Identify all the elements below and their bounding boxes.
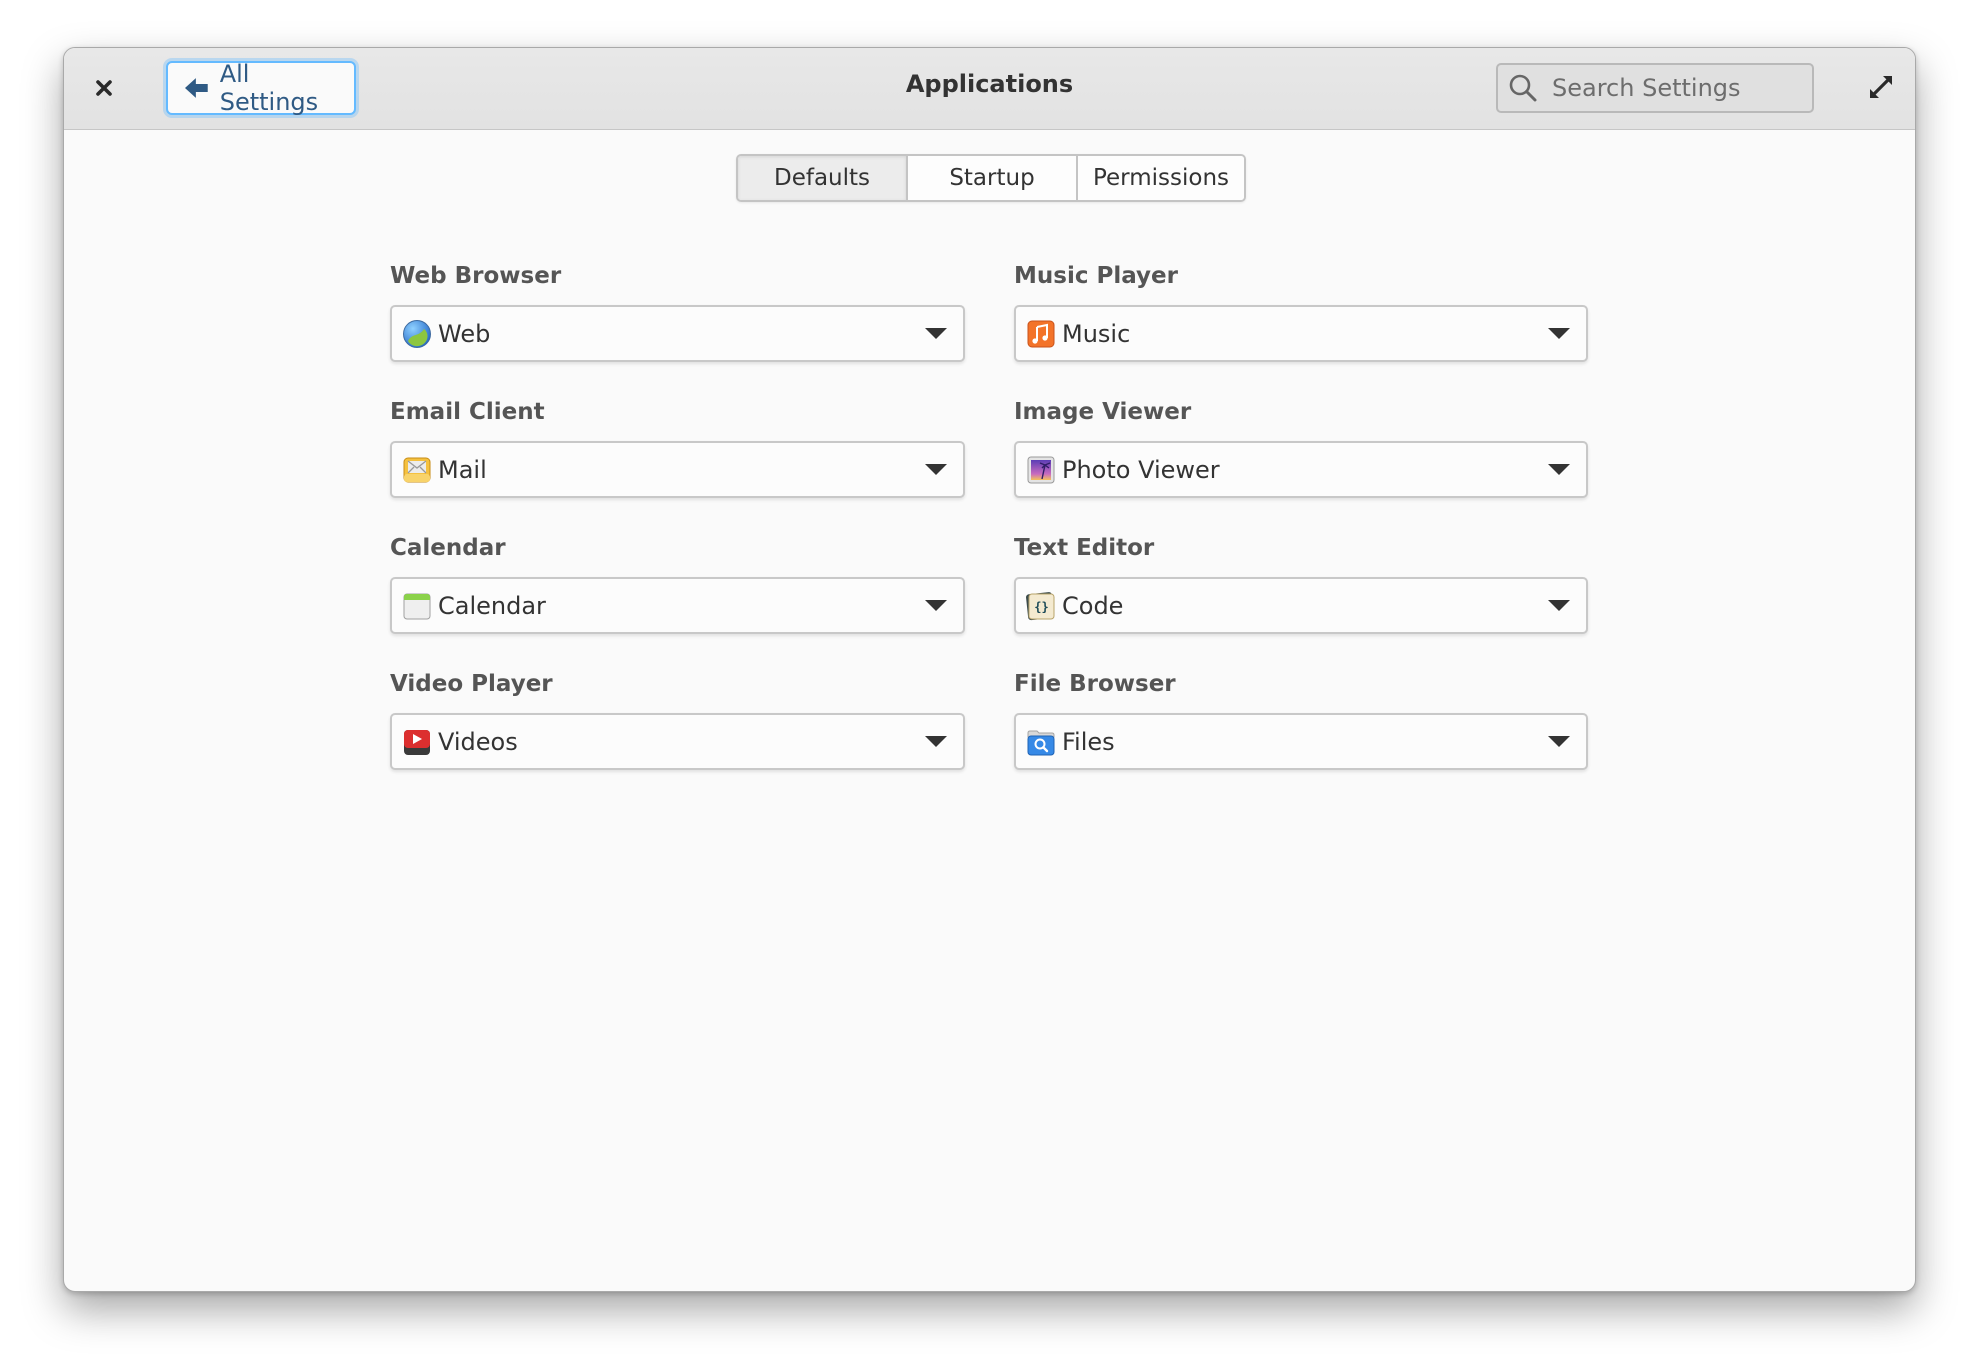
web-browser-value: Web xyxy=(438,319,491,348)
web-browser-combo[interactable]: Web xyxy=(390,305,965,362)
music-icon xyxy=(1027,320,1055,347)
calendar-combo[interactable]: Calendar xyxy=(390,577,965,634)
image-viewer-label: Image Viewer xyxy=(1014,399,1192,425)
file-browser-label: File Browser xyxy=(1014,671,1176,697)
web-browser-globe-icon xyxy=(403,319,431,348)
tab-defaults[interactable]: Defaults xyxy=(738,156,906,200)
chevron-down-icon xyxy=(925,600,947,611)
tab-permissions[interactable]: Permissions xyxy=(1076,156,1244,200)
files-icon xyxy=(1027,730,1055,755)
music-player-value: Music xyxy=(1062,319,1131,348)
maximize-icon xyxy=(1870,76,1892,98)
email-client-value: Mail xyxy=(438,455,487,484)
music-player-combo[interactable]: Music xyxy=(1014,305,1588,362)
web-browser-label: Web Browser xyxy=(390,263,562,289)
chevron-down-icon xyxy=(925,736,947,747)
chevron-down-icon xyxy=(1548,736,1570,747)
video-player-value: Videos xyxy=(438,727,518,756)
email-client-combo[interactable]: Mail xyxy=(390,441,965,498)
chevron-down-icon xyxy=(925,464,947,475)
video-player-combo[interactable]: Videos xyxy=(390,713,965,770)
file-browser-combo[interactable]: Files xyxy=(1014,713,1588,770)
email-client-label: Email Client xyxy=(390,399,545,425)
file-browser-value: Files xyxy=(1062,727,1115,756)
calendar-value: Calendar xyxy=(438,591,546,620)
view-switcher: Defaults Startup Permissions xyxy=(736,154,1246,202)
header-bar: All Settings Applications xyxy=(64,48,1915,130)
chevron-down-icon xyxy=(1548,600,1570,611)
search-input[interactable] xyxy=(1550,73,1794,103)
search-field[interactable] xyxy=(1496,63,1814,113)
video-player-label: Video Player xyxy=(390,671,553,697)
videos-icon xyxy=(404,729,430,755)
text-editor-combo[interactable]: {} Code xyxy=(1014,577,1588,634)
calendar-icon xyxy=(403,593,431,619)
image-viewer-combo[interactable]: Photo Viewer xyxy=(1014,441,1588,498)
search-icon xyxy=(1509,74,1537,102)
calendar-label: Calendar xyxy=(390,535,506,561)
text-editor-value: Code xyxy=(1062,591,1124,620)
settings-window: All Settings Applications Defaults Start… xyxy=(63,47,1916,1292)
chevron-down-icon xyxy=(925,328,947,339)
maximize-button[interactable] xyxy=(1864,70,1898,104)
photo-viewer-icon xyxy=(1027,456,1055,483)
image-viewer-value: Photo Viewer xyxy=(1062,455,1220,484)
music-player-label: Music Player xyxy=(1014,263,1178,289)
chevron-down-icon xyxy=(1548,328,1570,339)
text-editor-label: Text Editor xyxy=(1014,535,1155,561)
chevron-down-icon xyxy=(1548,464,1570,475)
svg-text:{}: {} xyxy=(1034,600,1048,614)
tab-startup[interactable]: Startup xyxy=(906,156,1076,200)
mail-icon xyxy=(403,457,431,482)
code-icon: {} xyxy=(1026,591,1055,620)
